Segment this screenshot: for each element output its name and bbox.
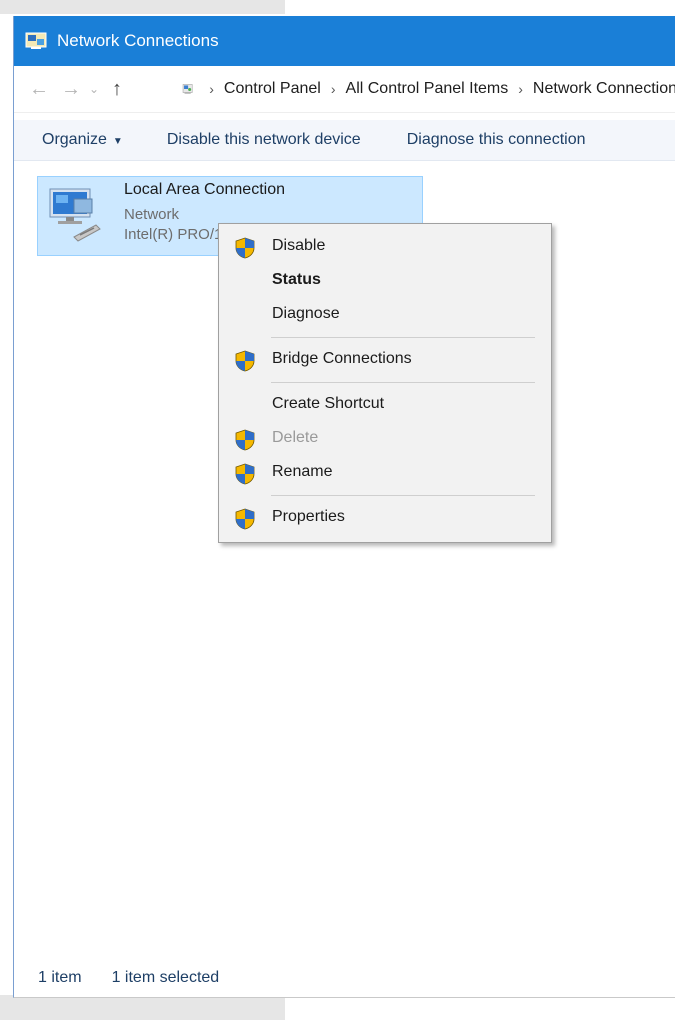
- back-arrow-icon[interactable]: ←: [26, 78, 52, 101]
- forward-arrow-icon[interactable]: →: [58, 78, 84, 101]
- connection-status: Network: [124, 206, 180, 223]
- diagnose-connection-button[interactable]: Diagnose this connection: [407, 131, 586, 149]
- status-bar: 1 item 1 item selected: [14, 960, 675, 996]
- uac-shield-icon: [235, 350, 255, 372]
- menu-item-disable[interactable]: Disable: [219, 232, 551, 262]
- background-strip: [0, 995, 285, 1020]
- uac-shield-icon: [235, 463, 255, 485]
- menu-item-bridge-connections[interactable]: Bridge Connections: [219, 345, 551, 375]
- connection-name: Local Area Connection: [124, 181, 285, 198]
- menu-item-properties[interactable]: Properties: [219, 503, 551, 533]
- uac-shield-icon: [235, 237, 255, 259]
- breadcrumb-separator: ›: [330, 81, 336, 97]
- uac-shield-icon: [235, 508, 255, 530]
- menu-item-label: Delete: [272, 429, 319, 446]
- menu-item-label: Properties: [272, 508, 345, 525]
- item-count: 1 item: [38, 969, 82, 986]
- menu-separator: [271, 382, 535, 383]
- network-adapter-icon: [49, 188, 101, 242]
- menu-item-diagnose[interactable]: Diagnose: [219, 300, 551, 330]
- menu-item-label: Create Shortcut: [272, 395, 385, 412]
- up-arrow-icon[interactable]: ↑: [104, 78, 130, 101]
- menu-item-status[interactable]: Status: [219, 266, 551, 296]
- organize-label: Organize: [42, 131, 107, 148]
- caret-down-icon: ▼: [112, 136, 123, 147]
- breadcrumb-separator: ›: [518, 81, 523, 97]
- organize-button[interactable]: Organize ▼: [42, 131, 123, 149]
- command-bar: Organize ▼ Disable this network device Di…: [14, 120, 675, 161]
- menu-separator: [271, 495, 535, 496]
- chevron-down-icon[interactable]: ⌄: [86, 82, 102, 96]
- window-title: Network Connections: [57, 31, 219, 50]
- breadcrumb-network-connections[interactable]: Network Connections: [533, 80, 675, 98]
- breadcrumb-all-items[interactable]: All Control Panel Items: [346, 80, 509, 98]
- breadcrumb[interactable]: › Control Panel › All Control Panel Item…: [182, 74, 675, 104]
- breadcrumb-separator: ›: [209, 81, 214, 97]
- selected-count: 1 item selected: [111, 969, 220, 986]
- menu-item-create-shortcut[interactable]: Create Shortcut: [219, 390, 551, 420]
- uac-shield-icon: [235, 429, 255, 451]
- network-connections-icon: [25, 31, 47, 51]
- menu-item-rename[interactable]: Rename: [219, 458, 551, 488]
- control-panel-icon: [182, 84, 193, 94]
- menu-separator: [271, 337, 535, 338]
- disable-device-button[interactable]: Disable this network device: [167, 131, 361, 149]
- menu-item-label: Bridge Connections: [272, 350, 412, 367]
- address-bar: ← → ⌄ ↑ › Control Panel › All Control Pa…: [14, 66, 675, 113]
- context-menu: Disable Status Diagnose Bridge Connectio…: [218, 223, 552, 543]
- menu-item-delete: Delete: [219, 424, 551, 454]
- title-bar[interactable]: Network Connections: [14, 16, 675, 66]
- menu-item-label: Status: [272, 271, 321, 288]
- menu-item-label: Diagnose: [272, 305, 340, 322]
- menu-item-label: Rename: [272, 463, 333, 480]
- menu-item-label: Disable: [272, 237, 326, 254]
- background-strip: [0, 0, 285, 14]
- breadcrumb-control-panel[interactable]: Control Panel: [224, 80, 321, 98]
